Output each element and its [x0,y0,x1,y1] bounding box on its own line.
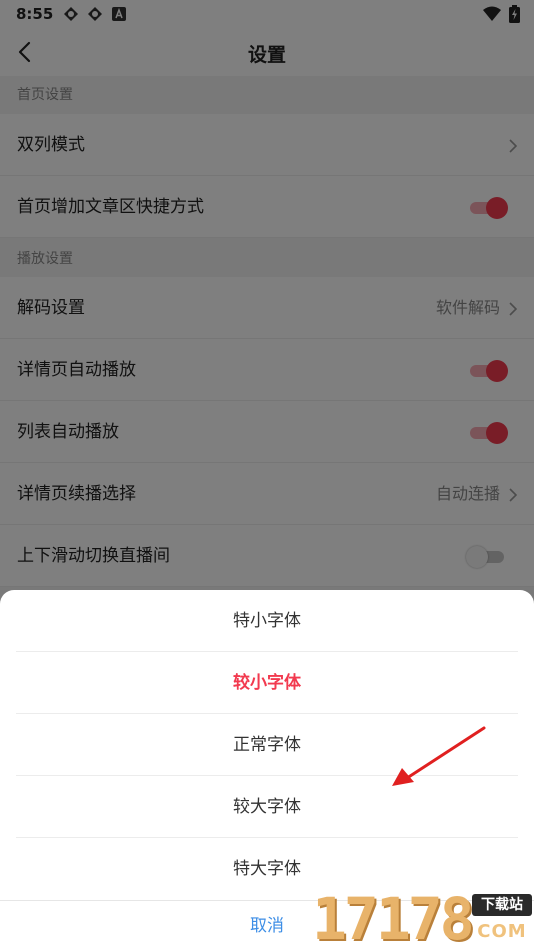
watermark-domain: COM [477,921,527,942]
option-extra-small-font[interactable]: 特小字体 [16,590,518,652]
annotation-arrow-icon [388,722,488,790]
option-small-font[interactable]: 较小字体 [16,652,518,714]
watermark-badge: 下载站 [472,894,532,916]
watermark-logo: 17178 下载站 COM [312,888,534,950]
watermark-number: 17178 [312,885,475,950]
